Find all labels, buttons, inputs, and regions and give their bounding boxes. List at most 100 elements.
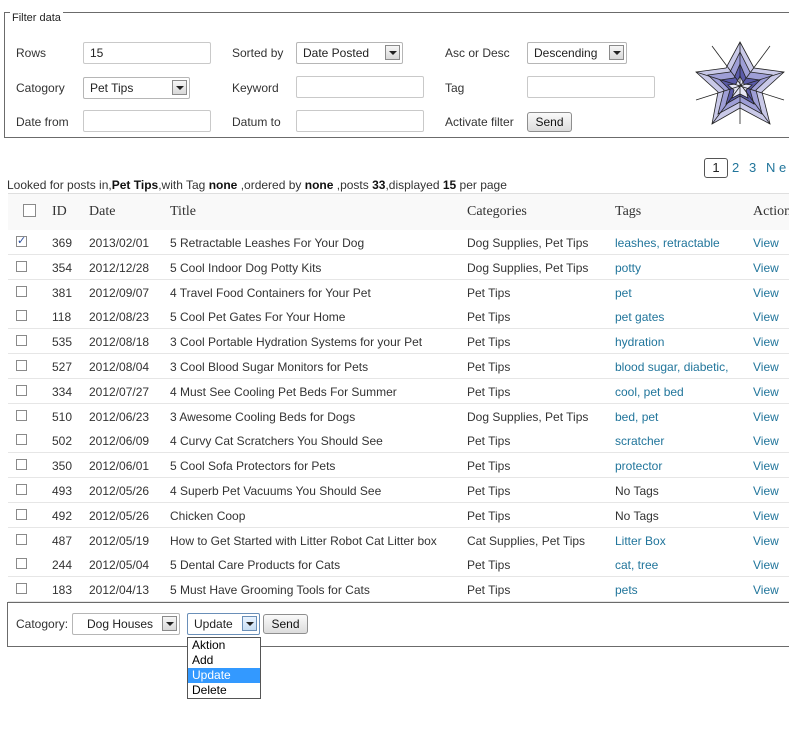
header-date: Date [89,204,116,219]
cell-date: 2012/07/27 [89,384,150,399]
order-label: Asc or Desc [445,46,510,60]
view-link[interactable]: View [753,434,779,448]
row-checkbox[interactable] [16,234,27,247]
cell-title: 5 Retractable Leashes For Your Dog [170,236,365,250]
view-link[interactable]: View [753,484,779,498]
cell-tags[interactable]: blood sugar, diabetic, [615,360,728,374]
row-checkbox[interactable] [16,533,27,545]
cell-categories: Pet Tips [467,484,511,498]
cell-date: 2012/08/18 [89,335,150,350]
date-from-input[interactable] [83,110,211,132]
row-checkbox[interactable] [16,310,27,322]
row-checkbox[interactable] [16,484,27,495]
table-row: 350 2012/06/01 5 Cool Sofa Protectors for … [8,453,789,479]
chevron-down-icon [162,616,177,631]
cell-id: 244 [52,558,73,573]
filter-send-button[interactable]: Send [527,112,572,132]
view-link[interactable]: View [753,385,779,399]
row-checkbox[interactable] [16,459,27,471]
page-current[interactable]: 1 [704,158,728,178]
bulk-category-select[interactable]: Dog Houses [72,613,180,635]
row-checkbox[interactable] [16,384,27,396]
sorted-by-select[interactable]: Date Posted [296,42,403,64]
cell-tags[interactable]: hydration [615,335,664,349]
bulk-action-dropdown: Aktion Add Update Delete [187,637,261,699]
cell-title: 5 Must Have Grooming Tools for Cats [170,583,370,598]
order-select[interactable]: Descending [527,42,627,64]
bulk-action-value: Update [194,617,233,631]
cell-title: 4 Must See Cooling Pet Beds For Summer [170,384,397,399]
view-link[interactable]: View [753,360,779,374]
cell-tags[interactable]: pet gates [615,310,664,324]
cell-tags[interactable]: pet [615,286,632,300]
cell-id: 334 [52,384,73,399]
bulk-action-select[interactable]: Update [187,613,260,635]
view-link[interactable]: View [753,335,779,349]
bulk-send-button[interactable]: Send [263,614,308,634]
view-link[interactable]: View [753,310,779,324]
cell-tags[interactable]: cat, tree [615,558,658,572]
row-checkbox[interactable] [16,508,27,520]
cell-date: 2012/06/09 [89,434,150,449]
view-link[interactable]: View [753,509,779,523]
page-link-2[interactable]: 2 [732,160,739,175]
cell-tags[interactable]: protector [615,459,662,473]
row-checkbox[interactable] [16,558,27,570]
cell-title: 3 Cool Portable Hydration Systems for yo… [170,335,423,350]
row-checkbox[interactable] [16,360,27,371]
view-link[interactable]: View [753,236,779,250]
cell-tags[interactable]: potty [615,261,641,275]
rows-label: Rows [16,46,47,60]
date-to-input[interactable] [296,110,424,132]
row-checkbox[interactable] [16,260,27,272]
cell-tags[interactable]: bed, pet [615,410,658,424]
view-link[interactable]: View [753,583,779,597]
view-link[interactable]: View [753,286,779,300]
cell-tags[interactable]: leashes, retractable [615,236,720,250]
view-link[interactable]: View [753,534,779,548]
row-checkbox[interactable] [16,335,27,347]
page-link-3[interactable]: 3 [749,160,756,175]
row-checkbox[interactable] [16,583,27,595]
cell-title: 4 Superb Pet Vacuums You Should See [170,484,382,498]
view-link[interactable]: View [753,410,779,424]
page-next-link[interactable]: N e [766,160,786,175]
bulk-category-value: Dog Houses [87,617,154,631]
filter-legend: Filter data [10,12,63,24]
row-checkbox[interactable] [16,409,27,421]
row-checkbox[interactable] [16,285,27,297]
cell-categories: Pet Tips [467,558,511,573]
sorted-by-label: Sorted by [232,46,284,60]
cell-id: 527 [52,360,73,374]
keyword-input[interactable] [296,76,424,98]
option-aktion[interactable]: Aktion [188,638,260,653]
category-select[interactable]: Pet Tips [83,77,190,99]
view-link[interactable]: View [753,261,779,275]
cell-id: 492 [52,508,73,523]
cell-tags[interactable]: cool, pet bed [615,385,684,399]
option-add[interactable]: Add [188,653,260,668]
view-link[interactable]: View [753,459,779,473]
cell-categories: Cat Supplies, Pet Tips [467,533,586,548]
table-row: 492 2012/05/26 Chicken Coop Pet Tips No Tags… [8,502,789,528]
option-update[interactable]: Update [188,668,260,683]
header-categories: Categories [467,204,527,219]
cell-categories: Pet Tips [467,310,511,325]
select-all-checkbox[interactable] [23,204,36,217]
cell-date: 2013/02/01 [89,236,150,250]
view-link[interactable]: View [753,558,779,572]
bulk-category-label: Catogory: [16,617,69,631]
rows-input[interactable]: 15 [83,42,211,64]
cell-id: 183 [52,583,73,598]
row-checkbox[interactable] [16,434,27,446]
cell-tags[interactable]: pets [615,583,638,597]
summary-tag: none [208,178,238,192]
cell-categories: Pet Tips [467,384,511,399]
cell-date: 2012/05/04 [89,558,150,573]
cell-id: 369 [52,236,73,250]
tag-input[interactable] [527,76,655,98]
option-delete[interactable]: Delete [188,683,260,698]
cell-tags[interactable]: Litter Box [615,534,666,548]
cell-tags[interactable]: scratcher [615,434,664,448]
table-row: 510 2012/06/23 3 Awesome Cooling Beds for … [8,403,789,429]
